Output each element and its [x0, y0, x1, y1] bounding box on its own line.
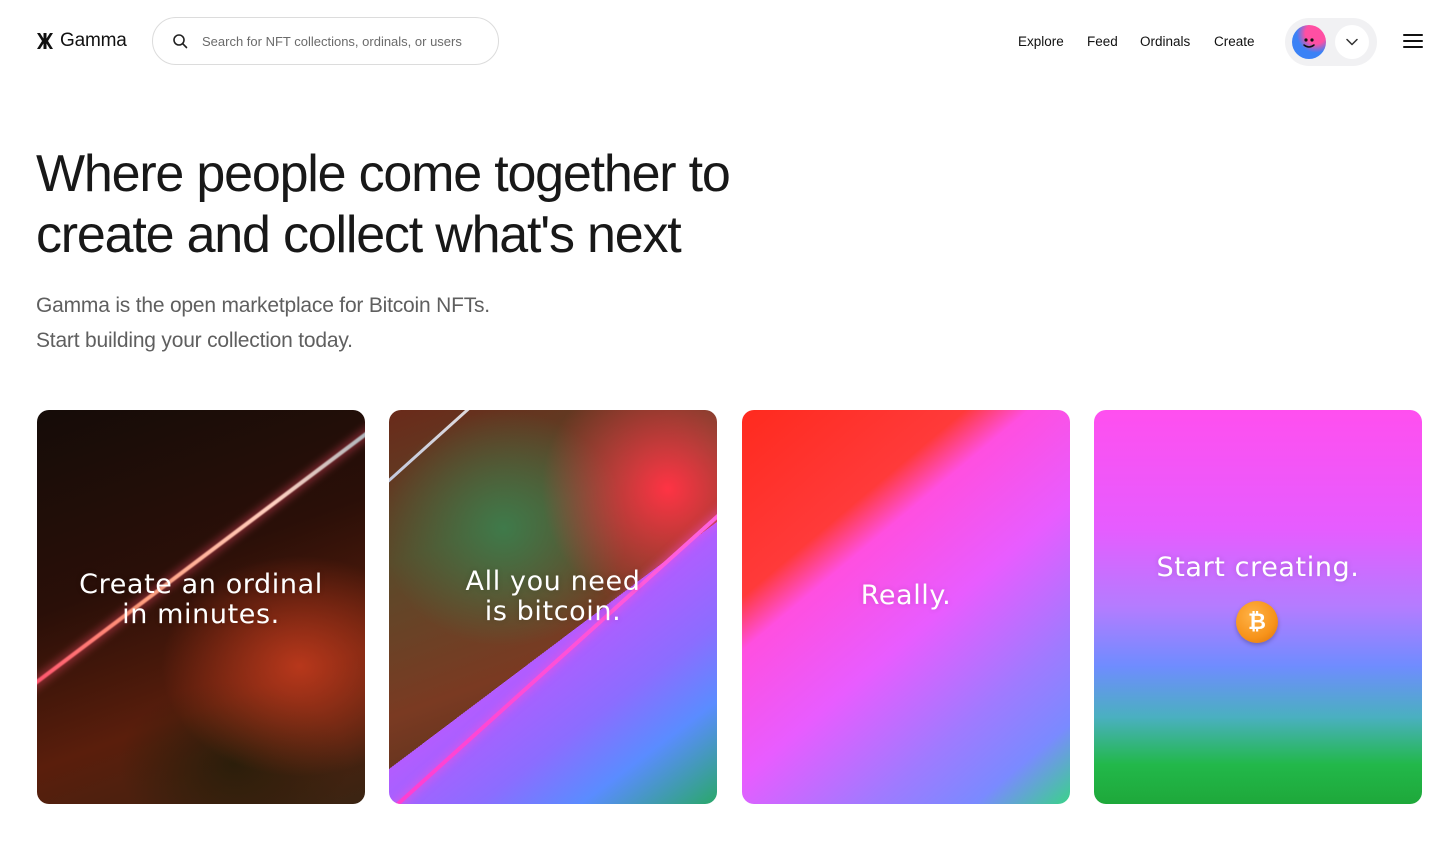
- hero-title-line-2: create and collect what's next: [36, 206, 682, 264]
- hamburger-menu-icon[interactable]: [1403, 34, 1423, 50]
- search-icon: [173, 34, 188, 49]
- brand-logo-link[interactable]: Gamma: [36, 30, 127, 52]
- card-caption: Start creating.: [1156, 552, 1360, 583]
- chevron-down-icon: [1346, 38, 1358, 46]
- promo-card-create-ordinal[interactable]: Create an ordinal in minutes.: [37, 410, 365, 804]
- card-caption: Create an ordinal in minutes.: [79, 569, 323, 630]
- hero-title: Where people come together to create and…: [36, 144, 836, 266]
- light-streak: [389, 453, 717, 804]
- search-bar[interactable]: [152, 17, 499, 65]
- hero-title-line-1: Where people come together to: [36, 145, 731, 203]
- promo-card-bitcoin[interactable]: All you need is bitcoin.: [389, 410, 717, 804]
- nav-create[interactable]: Create: [1214, 34, 1255, 49]
- account-dropdown-button[interactable]: [1335, 25, 1369, 59]
- card-caption: All you need is bitcoin.: [465, 566, 641, 627]
- card-caption: Really.: [860, 580, 952, 611]
- light-streak: [37, 410, 365, 714]
- light-streak: [389, 410, 499, 491]
- avatar[interactable]: [1292, 25, 1326, 59]
- hero-subtitle-line-2: Start building your collection today.: [36, 329, 353, 352]
- nav-explore[interactable]: Explore: [1018, 34, 1064, 49]
- search-input[interactable]: [200, 32, 484, 50]
- nav-feed[interactable]: Feed: [1087, 34, 1118, 49]
- gamma-logo-icon: [37, 33, 53, 49]
- brand-name: Gamma: [60, 30, 127, 51]
- smiley-face-icon: [1303, 38, 1315, 48]
- hero-subtitle: Gamma is the open marketplace for Bitcoi…: [36, 288, 490, 358]
- bitcoin-icon: ₿: [1236, 601, 1278, 643]
- promo-card-start-creating[interactable]: Start creating. ₿: [1094, 410, 1422, 804]
- account-menu[interactable]: [1285, 18, 1377, 66]
- nav-ordinals[interactable]: Ordinals: [1140, 34, 1190, 49]
- promo-card-really[interactable]: Really.: [742, 410, 1070, 804]
- top-bar: Gamma Explore Feed Ordinals Create: [0, 0, 1456, 86]
- hero-subtitle-line-1: Gamma is the open marketplace for Bitcoi…: [36, 294, 490, 317]
